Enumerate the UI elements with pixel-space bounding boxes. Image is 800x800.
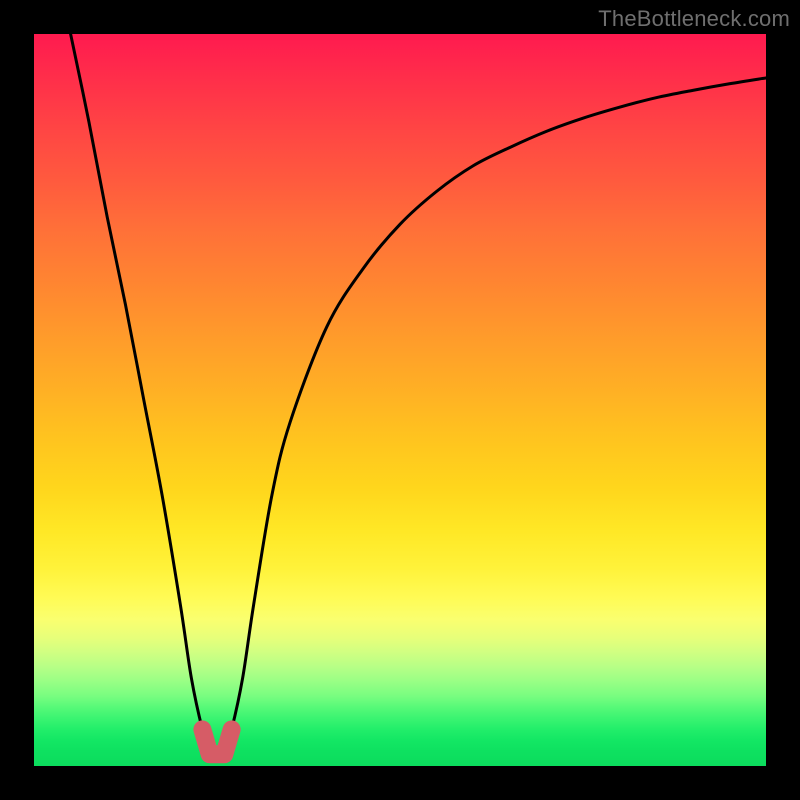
curve-path [71,34,766,761]
curve-minimum-marker [202,729,231,754]
plot-area [34,34,766,766]
bottleneck-curve [34,34,766,766]
watermark-text: TheBottleneck.com [598,6,790,32]
chart-frame: TheBottleneck.com [0,0,800,800]
